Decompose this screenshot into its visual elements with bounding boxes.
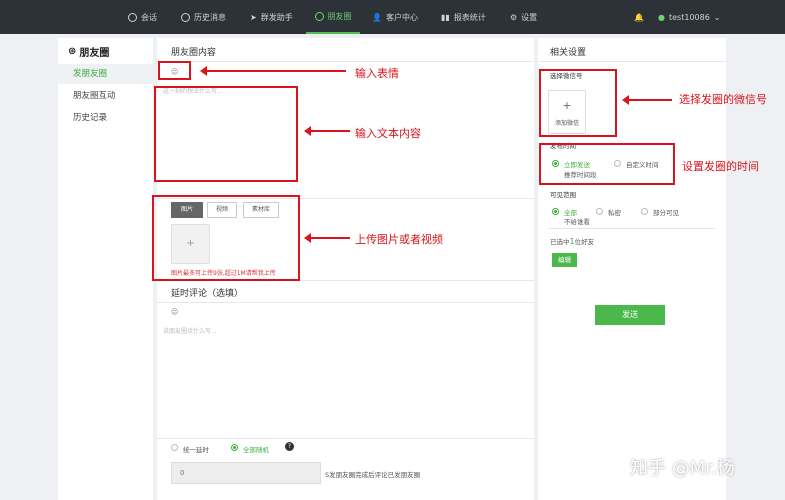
notification-button[interactable]: 🔔 (634, 0, 644, 34)
nav-item-settings[interactable]: ⚙ 设置 (510, 0, 537, 34)
annotation-time: 设置发圈的时间 (682, 160, 759, 173)
settings-title: 相关设置 (550, 48, 587, 58)
radio-random-delay[interactable] (231, 444, 238, 451)
arrow-emoji (200, 66, 346, 76)
user-menu[interactable]: ● test10086 ⌄ (658, 0, 721, 34)
annotation-box-emoji (158, 61, 191, 80)
nav-item-broadcast[interactable]: ➤ 群发助手 (250, 0, 293, 34)
radio-visible-exclude[interactable]: 不给谁看 (564, 216, 590, 226)
radio-visible-all[interactable] (552, 208, 559, 215)
delay-seconds-input[interactable]: 0 (171, 462, 321, 484)
username: test10086 (668, 12, 710, 22)
arrow-text (304, 126, 350, 136)
nav-label: 群发助手 (260, 12, 293, 22)
nav-item-history[interactable]: 历史消息 (181, 0, 226, 34)
annotation-emoji: 输入表情 (355, 67, 399, 80)
emoji-icon[interactable]: ☺ (171, 308, 178, 316)
gear-icon: ⚙ (510, 12, 518, 22)
sidebar-item-interactions[interactable]: 朋友圈互动 (58, 86, 153, 106)
sidebar-item-post-moments[interactable]: 发朋友圈 (58, 64, 153, 84)
nav-label: 历史消息 (194, 12, 226, 22)
divider (157, 438, 534, 439)
annotation-upload: 上传图片或者视频 (355, 233, 443, 246)
annotation-text: 输入文本内容 (355, 127, 421, 140)
arrow-upload (304, 233, 350, 243)
top-nav-bar: 会话 历史消息 ➤ 群发助手 朋友圈 👤 客户中心 ▮▮ 报表统计 ⚙ 设置 🔔 ● te… (0, 0, 785, 34)
nav-item-reports[interactable]: ▮▮ 报表统计 (441, 0, 486, 34)
visible-label: 可见范围 (550, 191, 576, 199)
section-title: 朋友圈内容 (171, 48, 217, 58)
sidebar-title-text: 朋友圈 (79, 48, 110, 59)
selected-suffix: 位好友 (574, 238, 595, 246)
annotation-box-text (154, 86, 298, 182)
divider (548, 228, 716, 229)
moments-icon (314, 11, 324, 21)
watermark: 知乎 @Mr.杨 (630, 458, 735, 479)
edit-button[interactable]: 编辑 (552, 253, 577, 267)
arrow-wechat (622, 95, 672, 105)
chevron-down-icon: ⌄ (713, 12, 721, 22)
bell-icon: 🔔 (634, 12, 644, 22)
comment-title: 延时评论（选填） (171, 289, 244, 299)
sidebar-item-history[interactable]: 历史记录 (58, 108, 153, 128)
user-icon: ● (658, 12, 665, 22)
send-button[interactable]: 发送 (595, 305, 665, 325)
nav-label: 会话 (141, 12, 157, 22)
radio-label: 统一延时 (183, 446, 209, 454)
annotation-wechat: 选择发圈的微信号 (679, 93, 767, 106)
divider (157, 61, 534, 62)
bar-chart-icon: ▮▮ (441, 12, 450, 22)
moments-icon: ⊛ (68, 46, 77, 57)
chat-icon (128, 12, 137, 22)
selected-count-text: 已选中1位好友 (550, 236, 594, 246)
nav-item-moments[interactable]: 朋友圈 (306, 0, 360, 34)
nav-item-chat[interactable]: 会话 (128, 0, 157, 34)
sidebar-title: ⊛ 朋友圈 (68, 44, 109, 59)
annotation-box-time (539, 143, 675, 185)
user-icon: 👤 (372, 12, 382, 22)
radio-label: 部分可见 (653, 209, 679, 217)
comment-input[interactable]: 说朋友圈点什么写... (163, 326, 217, 335)
nav-item-customers[interactable]: 👤 客户中心 (372, 0, 418, 34)
radio-label: 全部随机 (243, 446, 269, 454)
divider (157, 302, 534, 303)
radio-label: 私密 (608, 209, 621, 217)
nav-label: 客户中心 (385, 12, 418, 22)
nav-label: 朋友圈 (327, 11, 352, 21)
radio-visible-partial[interactable] (641, 208, 648, 215)
divider (538, 61, 726, 62)
clock-icon (181, 12, 190, 22)
sidebar: ⊛ 朋友圈 发朋友圈 朋友圈互动 历史记录 (58, 38, 153, 500)
send-icon: ➤ (250, 12, 257, 22)
delay-suffix: S发朋友圈完成后评论已发朋友圈 (325, 471, 421, 479)
nav-label: 设置 (521, 12, 538, 22)
nav-label: 报表统计 (453, 12, 486, 22)
help-icon[interactable]: ? (285, 442, 294, 451)
radio-visible-private[interactable] (596, 208, 603, 215)
radio-uniform-delay[interactable] (171, 444, 178, 451)
annotation-box-upload (152, 195, 300, 281)
annotation-box-wechat (539, 69, 617, 137)
selected-prefix: 已选中 (550, 238, 570, 246)
